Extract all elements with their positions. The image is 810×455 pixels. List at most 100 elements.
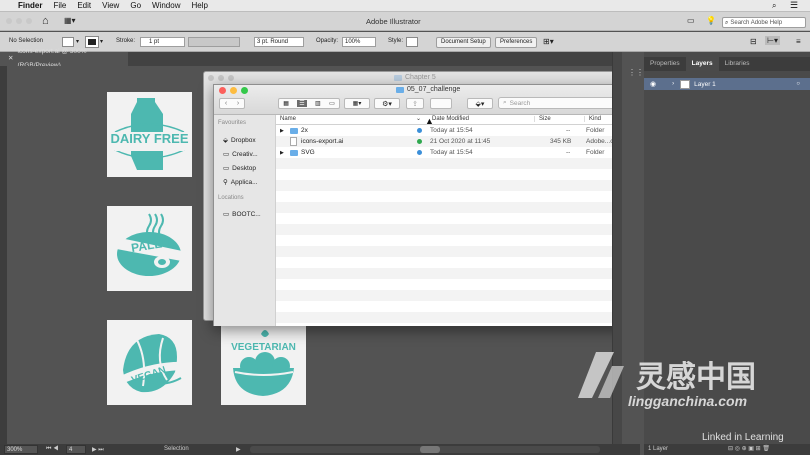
artboard-paleo[interactable]: PALEO: [107, 206, 192, 291]
next-artboard-icon[interactable]: ▶ ⏭: [92, 446, 104, 454]
dropbox-button[interactable]: ⬙▾: [467, 98, 493, 109]
style-label: Style:: [388, 38, 404, 44]
toolbar-strip[interactable]: [0, 66, 7, 444]
menu-help[interactable]: Help: [191, 1, 207, 10]
behind-zoom-button[interactable]: [228, 75, 234, 81]
transform-icon[interactable]: ⊢▾: [765, 36, 780, 45]
preferences-button[interactable]: Preferences: [495, 37, 538, 48]
action-button[interactable]: ⚙▾: [374, 98, 400, 109]
expand-layer-icon[interactable]: ›: [672, 81, 674, 87]
back-arrow-icon[interactable]: ‹: [225, 100, 227, 107]
layer-row[interactable]: ◉ › Layer 1 ○: [644, 78, 810, 90]
behind-close-button[interactable]: [208, 75, 214, 81]
scroll-thumb[interactable]: [420, 446, 440, 453]
horizontal-scrollbar[interactable]: [250, 446, 600, 453]
arrange-icon[interactable]: ⊞▾: [543, 37, 554, 46]
forward-arrow-icon[interactable]: ›: [237, 100, 239, 107]
tab-layers[interactable]: Layers: [685, 57, 719, 71]
sidebar-item-creative[interactable]: ▭ Creativ...: [214, 147, 275, 161]
layer-actions-icons[interactable]: ⊟ ◎ ⊕ ▣ ⊞ 🗑: [728, 445, 770, 452]
panel-toggle-icon[interactable]: ▭: [687, 16, 695, 25]
menu-go[interactable]: Go: [130, 1, 141, 10]
vegetarian-icon: [233, 330, 294, 396]
zoom-field[interactable]: 300%: [4, 445, 38, 454]
close-tab-icon[interactable]: ✕: [8, 52, 13, 66]
file-row-2x[interactable]: ▶ 2x Today at 15:54 -- Folder: [276, 125, 644, 136]
file-size: --: [566, 127, 571, 134]
panel-dock-icon[interactable]: ⋮⋮: [628, 68, 644, 77]
document-setup-button[interactable]: Document Setup: [436, 37, 491, 48]
artboard-vegetarian[interactable]: VEGETARIAN: [221, 320, 306, 405]
behind-minimize-button[interactable]: [218, 75, 224, 81]
menu-file[interactable]: File: [53, 1, 66, 10]
tags-button[interactable]: [430, 98, 452, 109]
file-name: 2x: [301, 127, 308, 134]
graphic-style-swatch[interactable]: [406, 37, 418, 47]
finder-close-button[interactable]: [219, 87, 226, 94]
opacity-field[interactable]: 100%: [342, 37, 376, 47]
column-view-icon[interactable]: ▥: [315, 100, 321, 107]
target-circle-icon[interactable]: ○: [796, 81, 800, 87]
help-search-input[interactable]: ⌕ Search Adobe Help: [722, 17, 806, 28]
file-row-svg[interactable]: ▶ SVG Today at 15:54 -- Folder: [276, 147, 644, 158]
artboard-vegan[interactable]: VEGAN: [107, 320, 192, 405]
share-icon: ⇪: [412, 100, 418, 108]
menu-window[interactable]: Window: [152, 1, 180, 10]
artboard-dairy-free[interactable]: DAIRY FREE: [107, 92, 192, 177]
finder-zoom-button[interactable]: [241, 87, 248, 94]
mac-menubar: Finder File Edit View Go Window Help ⌕ ☰: [0, 0, 810, 12]
arrange-documents-icon[interactable]: ▦▾: [64, 16, 76, 25]
layer-thumbnail: [680, 79, 691, 89]
menu-finder[interactable]: Finder: [18, 1, 42, 10]
brush-definition-field[interactable]: 3 pt. Round: [254, 37, 304, 47]
sidebar-item-dropbox[interactable]: ⬙ Dropbox: [214, 133, 275, 147]
sidebar-item-desktop[interactable]: ▭ Desktop: [214, 161, 275, 175]
sidebar-item-bootcamp[interactable]: ▭ BOOTC...: [214, 207, 275, 221]
gallery-view-icon[interactable]: ▭: [329, 100, 335, 107]
icon-view-icon[interactable]: ▦: [283, 100, 289, 107]
tab-properties[interactable]: Properties: [644, 57, 686, 71]
view-mode-buttons[interactable]: ▦ ☰ ▥ ▭: [278, 98, 340, 109]
menu-edit[interactable]: Edit: [77, 1, 91, 10]
finder-minimize-button[interactable]: [230, 87, 237, 94]
tab-libraries[interactable]: Libraries: [719, 57, 756, 71]
gear-icon: ⚙▾: [382, 100, 392, 108]
sidebar-item-applications[interactable]: ⚲ Applica...: [214, 175, 275, 189]
notification-center-icon[interactable]: ☰: [790, 0, 798, 11]
applications-sidebar-icon: ⚲: [223, 179, 228, 186]
zoom-button[interactable]: [26, 18, 32, 24]
disk-sidebar-icon: ▭: [223, 211, 230, 218]
behind-window-title: Chapter 5: [405, 74, 436, 81]
disclosure-triangle-icon[interactable]: ▶: [280, 150, 284, 156]
stripe: [276, 312, 644, 323]
column-date-modified[interactable]: Date Modified: [432, 116, 469, 122]
column-size[interactable]: Size: [534, 116, 551, 122]
disclosure-triangle-icon[interactable]: ▶: [280, 128, 284, 134]
stripe: [276, 224, 644, 235]
prev-artboard-icon[interactable]: ⏮ ◀: [46, 446, 58, 453]
panel-menu-icon[interactable]: ≡: [796, 37, 801, 46]
visibility-eye-icon[interactable]: ◉: [650, 80, 656, 88]
favourites-heading: Favourites: [218, 120, 247, 126]
home-icon[interactable]: ⌂: [42, 15, 49, 27]
lightbulb-icon[interactable]: 💡: [706, 16, 716, 25]
stroke-weight-field[interactable]: 1 pt: [140, 37, 185, 47]
minimize-button[interactable]: [16, 18, 22, 24]
column-kind[interactable]: Kind: [584, 116, 601, 122]
tool-menu-icon[interactable]: ▶: [236, 446, 241, 453]
variable-width-field[interactable]: [188, 37, 240, 47]
file-row-icons-export[interactable]: icons-export.ai 21 Oct 2020 at 11:45 345…: [276, 136, 644, 147]
column-name[interactable]: Name: [280, 116, 296, 122]
artboard-field[interactable]: 4: [66, 445, 86, 454]
back-forward-buttons[interactable]: ‹ ›: [219, 98, 245, 109]
group-by-button[interactable]: ▦▾: [344, 98, 370, 109]
close-button[interactable]: [6, 18, 12, 24]
align-icon[interactable]: ⊟: [750, 37, 757, 46]
share-button[interactable]: ⇪: [406, 98, 424, 109]
document-tab[interactable]: ✕ icons-export.ai @ 300% (RGB/Preview): [0, 48, 128, 69]
list-header: Name ⌄ Date Modified Size Kind: [276, 115, 644, 125]
spotlight-icon[interactable]: ⌕: [772, 1, 776, 11]
list-view-icon[interactable]: ☰: [297, 100, 307, 107]
menu-view[interactable]: View: [102, 1, 119, 10]
folder-sidebar-icon: ▭: [223, 151, 230, 158]
